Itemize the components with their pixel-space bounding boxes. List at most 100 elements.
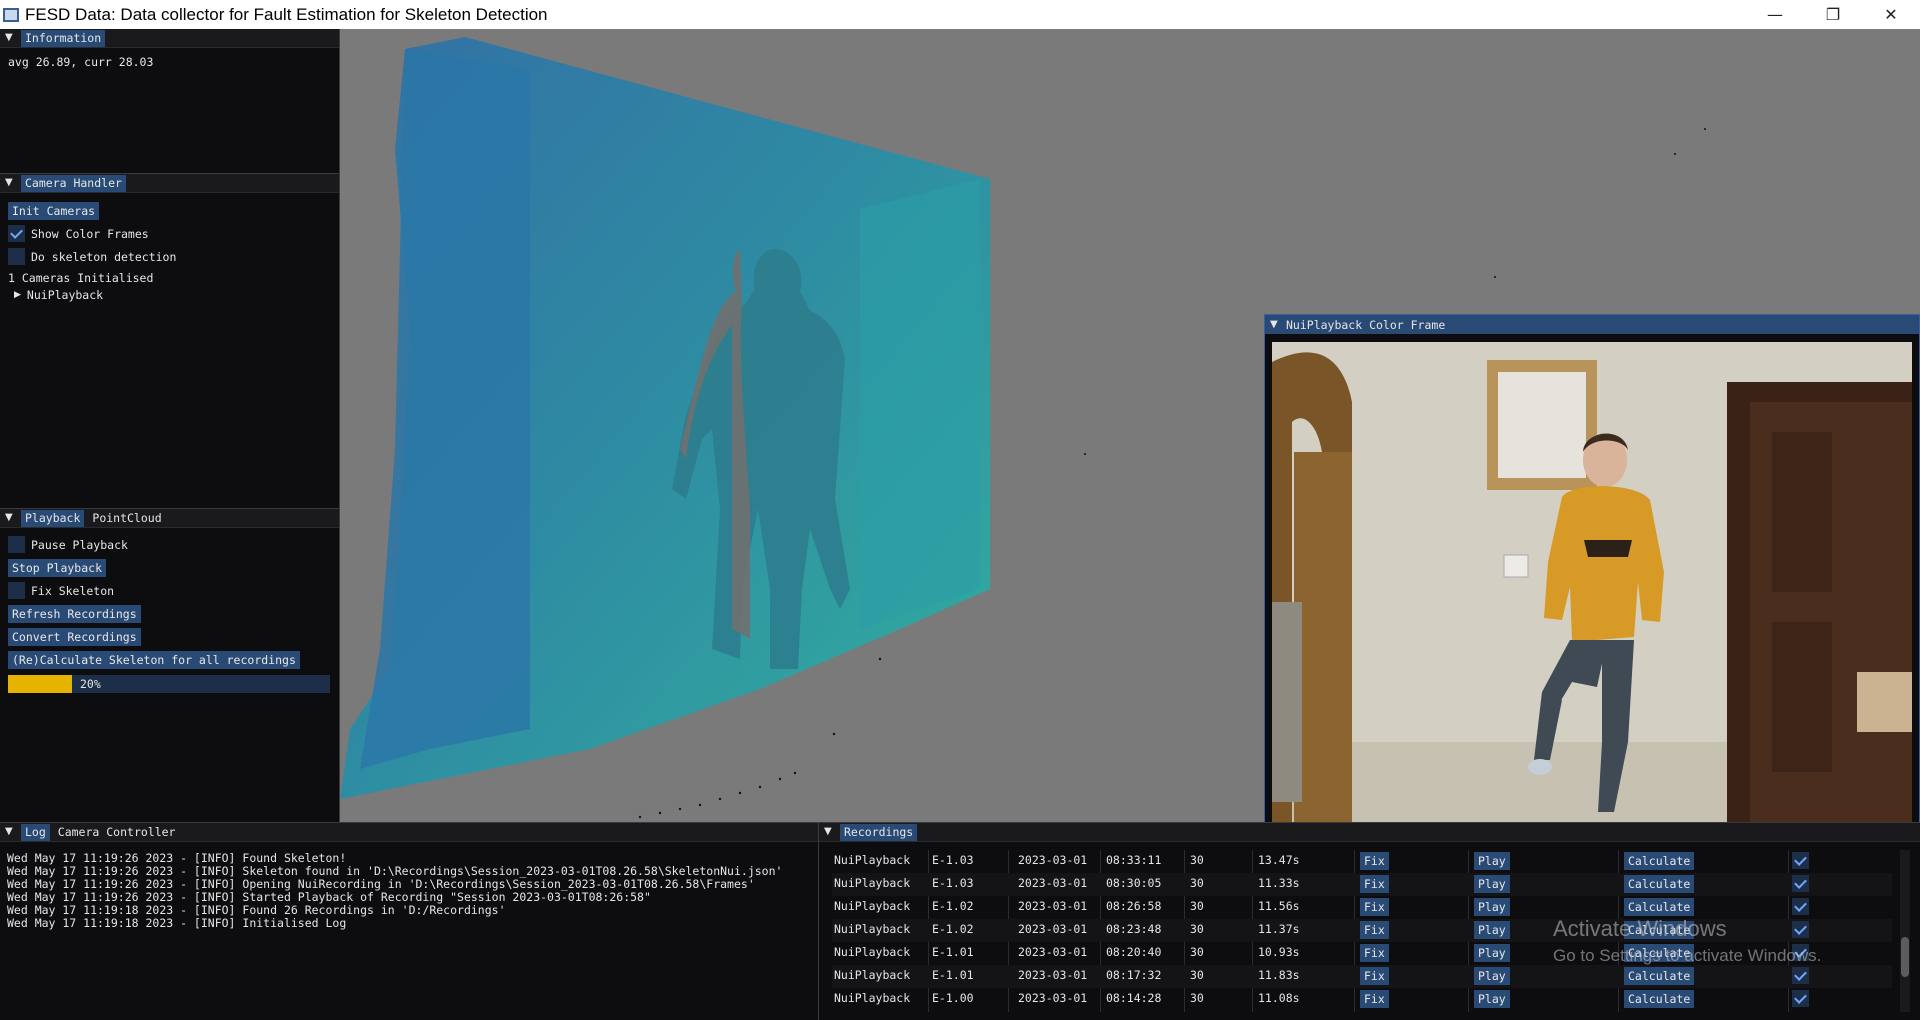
information-header[interactable]: ▼ Information	[0, 29, 339, 48]
activate-windows-title: Activate Windows	[1553, 916, 1727, 941]
time-cell: 08:23:48	[1106, 922, 1162, 936]
tree-node-nuiplayback[interactable]: ▶ NuiPlayback	[14, 288, 103, 302]
refresh-recordings-button[interactable]: Refresh Recordings	[8, 605, 141, 623]
date-cell: 2023-03-01	[1018, 853, 1088, 867]
fps-cell: 30	[1190, 853, 1204, 867]
progress-text: 20%	[80, 677, 101, 691]
collapse-caret-icon[interactable]: ▼	[1270, 319, 1280, 330]
exercise-cell: E-1.01	[932, 945, 974, 959]
duration-cell: 10.93s	[1258, 945, 1300, 959]
table-row: NuiPlayback E-1.01 2023-03-01 08:17:32 30 11.…	[832, 965, 1892, 988]
tab-playback[interactable]: Playback	[21, 509, 85, 527]
skeleton-done-checkbox[interactable]	[1792, 852, 1809, 869]
minimize-button[interactable]: —	[1746, 0, 1804, 29]
date-cell: 2023-03-01	[1018, 968, 1088, 982]
duration-cell: 13.47s	[1258, 853, 1300, 867]
fps-cell: 30	[1190, 991, 1204, 1005]
device-cell: NuiPlayback	[834, 922, 911, 936]
calculate-button[interactable]: Calculate	[1624, 898, 1695, 916]
calculate-button[interactable]: Calculate	[1624, 875, 1695, 893]
play-button[interactable]: Play	[1474, 944, 1510, 962]
play-button[interactable]: Play	[1474, 875, 1510, 893]
playback-header: ▼ Playback PointCloud	[0, 509, 339, 528]
close-button[interactable]: ✕	[1862, 0, 1920, 29]
skeleton-detection-checkbox[interactable]	[8, 248, 25, 265]
fps-readout: avg 26.89, curr 28.03	[8, 55, 154, 69]
color-frame-header[interactable]: ▼ NuiPlayback Color Frame	[1265, 315, 1919, 334]
camera-handler-panel: ▼ Camera Handler Init Cameras Show Color…	[0, 173, 340, 508]
tab-information[interactable]: Information	[21, 29, 106, 47]
pointcloud-left-wall	[360, 49, 530, 769]
color-frame-window[interactable]: ▼ NuiPlayback Color Frame	[1264, 314, 1920, 824]
activate-windows-watermark: Activate Windows Go to Settings to activ…	[1553, 916, 1821, 966]
tab-camera-handler[interactable]: Camera Handler	[21, 174, 126, 192]
show-color-frames-checkbox[interactable]	[8, 225, 25, 242]
collapse-caret-icon[interactable]: ▼	[5, 513, 15, 523]
device-cell: NuiPlayback	[834, 991, 911, 1005]
device-cell: NuiPlayback	[834, 853, 911, 867]
log-panel: ▼ Log Camera Controller Wed May 17 11:19…	[0, 822, 818, 1020]
exercise-cell: E-1.02	[932, 922, 974, 936]
fix-button[interactable]: Fix	[1360, 898, 1389, 916]
fix-skeleton-checkbox[interactable]	[8, 582, 25, 599]
pause-playback-checkbox[interactable]	[8, 536, 25, 553]
skeleton-detection-label: Do skeleton detection	[31, 249, 177, 264]
skeleton-done-checkbox[interactable]	[1792, 898, 1809, 915]
collapse-caret-icon[interactable]: ▼	[5, 33, 15, 43]
tab-pointcloud[interactable]: PointCloud	[88, 510, 165, 527]
fix-button[interactable]: Fix	[1360, 921, 1389, 939]
date-cell: 2023-03-01	[1018, 876, 1088, 890]
tree-expand-icon[interactable]: ▶	[14, 290, 21, 300]
date-cell: 2023-03-01	[1018, 922, 1088, 936]
restore-button[interactable]: ❐	[1804, 0, 1862, 29]
device-cell: NuiPlayback	[834, 876, 911, 890]
exercise-cell: E-1.01	[932, 968, 974, 982]
color-frame-title: NuiPlayback Color Frame	[1286, 317, 1446, 332]
skeleton-done-checkbox[interactable]	[1792, 967, 1809, 984]
recordings-header: ▼ Recordings	[819, 823, 1920, 842]
camera-handler-header[interactable]: ▼ Camera Handler	[0, 174, 339, 193]
date-cell: 2023-03-01	[1018, 991, 1088, 1005]
play-button[interactable]: Play	[1474, 921, 1510, 939]
fix-button[interactable]: Fix	[1360, 875, 1389, 893]
tab-camera-controller[interactable]: Camera Controller	[54, 824, 180, 841]
fix-button[interactable]: Fix	[1360, 967, 1389, 985]
picture-frame-inner	[1498, 372, 1586, 478]
fps-cell: 30	[1190, 945, 1204, 959]
calculate-button[interactable]: Calculate	[1624, 852, 1695, 870]
exercise-cell: E-1.03	[932, 876, 974, 890]
collapse-caret-icon[interactable]: ▼	[5, 827, 15, 837]
light-switch	[1503, 554, 1529, 578]
calculate-button[interactable]: Calculate	[1624, 990, 1695, 1008]
recordings-scrollbar[interactable]	[1900, 850, 1910, 1012]
stop-playback-button[interactable]: Stop Playback	[8, 559, 107, 577]
fix-button[interactable]: Fix	[1360, 944, 1389, 962]
person-sock	[1528, 759, 1552, 775]
play-button[interactable]: Play	[1474, 967, 1510, 985]
convert-recordings-button[interactable]: Convert Recordings	[8, 628, 141, 646]
calculate-button[interactable]: Calculate	[1624, 967, 1695, 985]
sofa	[1272, 602, 1302, 802]
date-cell: 2023-03-01	[1018, 945, 1088, 959]
play-button[interactable]: Play	[1474, 852, 1510, 870]
recalculate-skeleton-button[interactable]: (Re)Calculate Skeleton for all recording…	[8, 651, 300, 669]
fix-button[interactable]: Fix	[1360, 852, 1389, 870]
tab-recordings[interactable]: Recordings	[840, 823, 918, 841]
play-button[interactable]: Play	[1474, 990, 1510, 1008]
skeleton-done-checkbox[interactable]	[1792, 875, 1809, 892]
show-color-frames-label: Show Color Frames	[31, 226, 149, 241]
tab-log[interactable]: Log	[21, 823, 50, 841]
collapse-caret-icon[interactable]: ▼	[5, 178, 15, 188]
init-cameras-button[interactable]: Init Cameras	[8, 202, 100, 220]
duration-cell: 11.56s	[1258, 899, 1300, 913]
collapse-caret-icon[interactable]: ▼	[824, 827, 834, 837]
recordings-scrollbar-thumb[interactable]	[1901, 937, 1909, 977]
fix-button[interactable]: Fix	[1360, 990, 1389, 1008]
time-cell: 08:26:58	[1106, 899, 1162, 913]
play-button[interactable]: Play	[1474, 898, 1510, 916]
time-cell: 08:33:11	[1106, 853, 1162, 867]
duration-cell: 11.83s	[1258, 968, 1300, 982]
skeleton-done-checkbox[interactable]	[1792, 990, 1809, 1007]
exercise-cell: E-1.02	[932, 899, 974, 913]
duration-cell: 11.08s	[1258, 991, 1300, 1005]
